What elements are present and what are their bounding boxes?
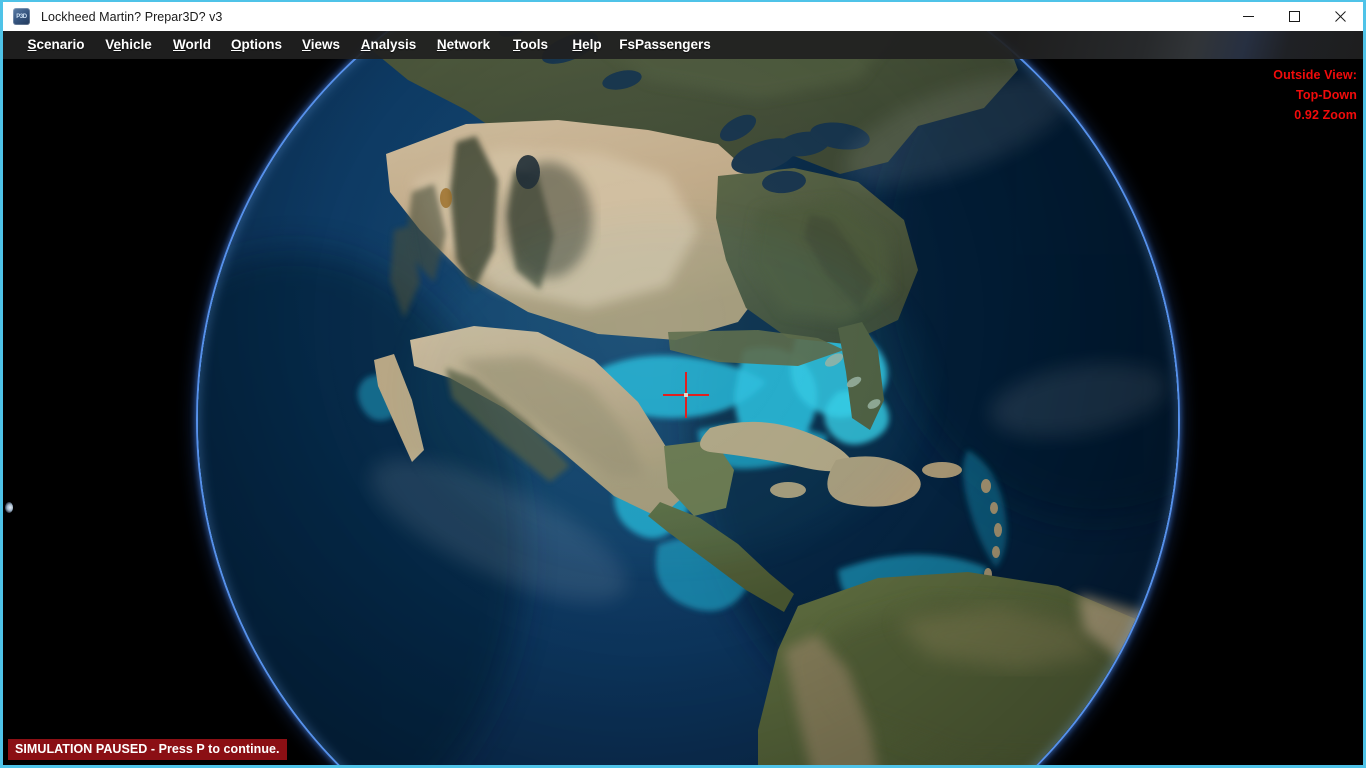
- menu-item-analysis[interactable]: Analysis: [355, 31, 422, 59]
- menu-item-help[interactable]: Help: [569, 31, 605, 59]
- window-controls: [1225, 2, 1363, 31]
- maximize-button[interactable]: [1271, 2, 1317, 31]
- p3d-app-icon: P3D: [13, 8, 30, 25]
- menu-item-vehicle[interactable]: Vehicle: [97, 31, 160, 59]
- menu-accelerator-letter: V: [302, 37, 311, 52]
- view-info-line-2: Top-Down: [1273, 85, 1357, 105]
- menu-item-fspassengers[interactable]: FsPassengers: [614, 31, 716, 59]
- menu-accelerator-letter: W: [173, 37, 186, 52]
- menu-item-options[interactable]: Options: [224, 31, 289, 59]
- menu-bar: ScenarioVehicleWorldOptions Views Analysis…: [3, 31, 1363, 59]
- title-bar[interactable]: P3D Lockheed Martin? Prepar3D? v3: [3, 2, 1363, 31]
- menu-accelerator-letter: N: [437, 37, 447, 52]
- minimize-button[interactable]: [1225, 2, 1271, 31]
- aircraft-dot: [684, 393, 688, 397]
- maximize-icon: [1289, 11, 1300, 22]
- menu-accelerator-letter: e: [113, 37, 121, 52]
- menu-accelerator-letter: A: [361, 37, 371, 52]
- application-window: Outside View: Top-Down 0.92 Zoom SIMULAT…: [0, 0, 1366, 768]
- simulation-paused-banner: SIMULATION PAUSED - Press P to continue.: [8, 739, 287, 760]
- view-info-line-3: 0.92 Zoom: [1273, 105, 1357, 125]
- minimize-icon: [1243, 11, 1254, 22]
- view-info-overlay: Outside View: Top-Down 0.92 Zoom: [1273, 65, 1357, 125]
- view-info-line-1: Outside View:: [1273, 65, 1357, 85]
- window-title: Lockheed Martin? Prepar3D? v3: [41, 10, 222, 24]
- menu-item-network[interactable]: Network: [430, 31, 497, 59]
- close-button[interactable]: [1317, 2, 1363, 31]
- menu-accelerator-letter: H: [572, 37, 582, 52]
- menu-item-scenario[interactable]: Scenario: [19, 31, 93, 59]
- simulation-viewport[interactable]: Outside View: Top-Down 0.92 Zoom SIMULAT…: [3, 2, 1363, 765]
- app-icon-glyph: P3D: [16, 14, 26, 20]
- menu-accelerator-letter: O: [231, 37, 242, 52]
- menu-item-views[interactable]: Views: [297, 31, 345, 59]
- viewport-edge-artifact: [5, 502, 13, 513]
- close-icon: [1335, 11, 1346, 22]
- menu-item-tools[interactable]: Tools: [509, 31, 552, 59]
- menu-accelerator-letter: S: [27, 37, 36, 52]
- earth-surface: [198, 2, 1178, 765]
- menu-item-world[interactable]: World: [164, 31, 220, 59]
- earth-globe: [198, 2, 1178, 765]
- menu-accelerator-letter: T: [513, 37, 520, 52]
